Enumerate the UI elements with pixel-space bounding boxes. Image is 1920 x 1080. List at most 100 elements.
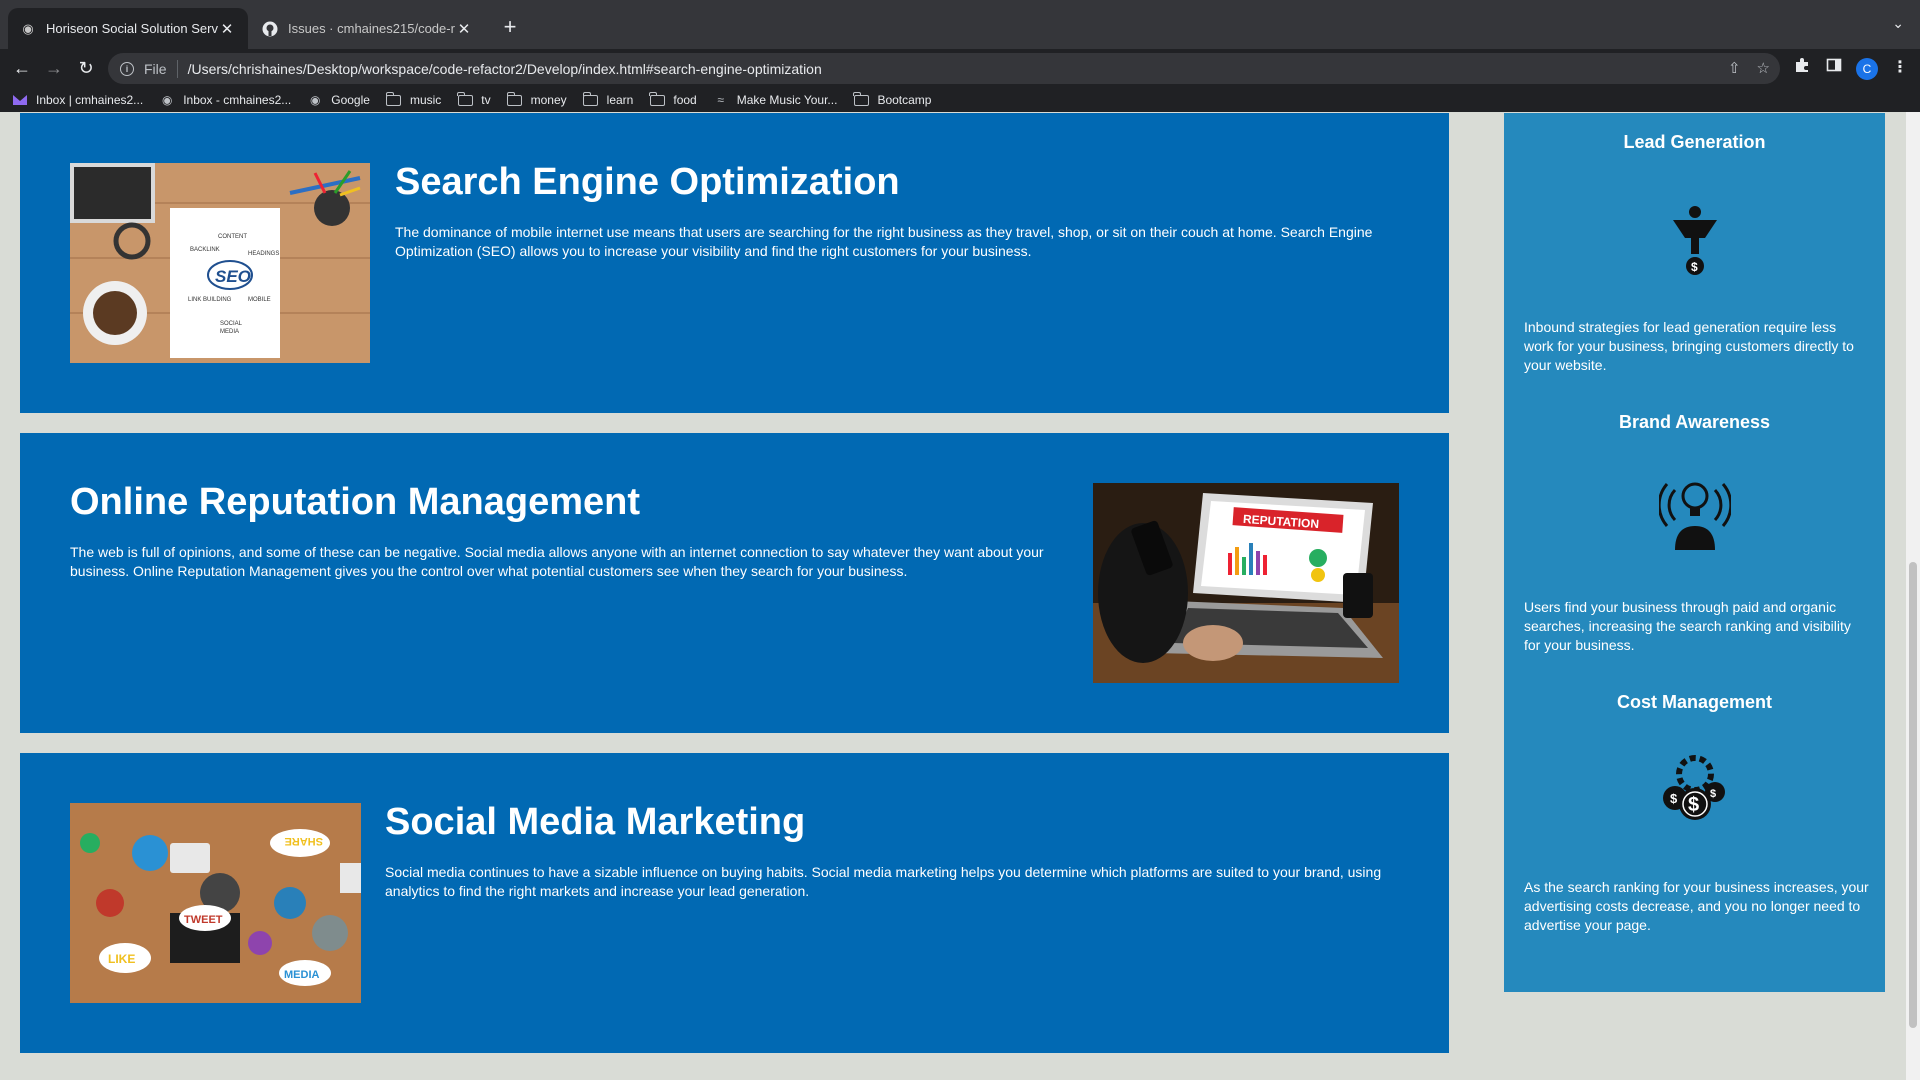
orm-image: REPUTATION: [1093, 483, 1399, 683]
globe-icon: ◉: [22, 20, 34, 36]
tab-title: Horiseon Social Solution Servic: [46, 21, 218, 36]
svg-text:$: $: [1670, 791, 1678, 806]
orm-section: Online Reputation Management The web is …: [20, 433, 1449, 733]
section-title: Online Reputation Management: [70, 481, 641, 523]
bookmark-star-icon[interactable]: ☆: [1757, 59, 1770, 77]
benefit-brand-awareness: Brand Awareness Users find your business…: [1504, 412, 1885, 653]
svg-text:MOBILE: MOBILE: [248, 297, 271, 303]
folder-icon: [649, 91, 665, 106]
bookmarks-bar: Inbox | cmhaines2... ◉ Inbox - cmhaines2…: [0, 88, 1920, 112]
browser-toolbar: ← → ↻ i File /Users/chrishaines/Desktop/…: [0, 49, 1920, 88]
section-title: Search Engine Optimization: [395, 161, 900, 203]
svg-text:SOCIAL: SOCIAL: [220, 321, 243, 327]
kebab-menu-icon[interactable]: ⋮: [1892, 57, 1908, 77]
bookmark-item[interactable]: ◉ Inbox - cmhaines2...: [159, 93, 291, 107]
svg-text:CONTENT: CONTENT: [218, 234, 247, 240]
seo-note-text: SEO: [215, 267, 251, 286]
divider: [176, 59, 178, 78]
tab-title: Issues · cmhaines215/code-ref: [288, 21, 455, 36]
benefit-lead-generation: Lead Generation $ Inbound strategies for…: [1504, 132, 1885, 373]
svg-text:$: $: [1710, 788, 1716, 800]
svg-text:MEDIA: MEDIA: [220, 329, 239, 335]
tab-bar: ◉ Horiseon Social Solution Servic ✕ Issu…: [0, 0, 1920, 49]
section-body: The dominance of mobile internet use mea…: [395, 224, 1373, 259]
social-like-text: LIKE: [108, 952, 135, 966]
folder-icon: [853, 91, 869, 106]
bookmark-folder[interactable]: money: [506, 91, 567, 107]
svg-text:LINK BUILDING: LINK BUILDING: [188, 297, 232, 303]
scrollbar-thumb[interactable]: [1909, 562, 1917, 1028]
bookmark-label: Inbox | cmhaines2...: [36, 93, 144, 107]
omnibox-actions: ⇧ ☆: [1728, 59, 1770, 77]
seo-section: CONTENT BACKLINK HEADINGS LINK BUILDING MO…: [20, 113, 1449, 413]
social-share-text: SHARE: [284, 835, 323, 847]
tab-search-chevron-icon[interactable]: ⌄: [1892, 15, 1904, 32]
benefit-body: Users find your business through paid an…: [1524, 599, 1851, 653]
side-panel-icon[interactable]: [1826, 57, 1842, 78]
bookmark-folder[interactable]: tv: [457, 91, 491, 107]
bookmark-label: Inbox - cmhaines2...: [183, 93, 292, 107]
tab-issues[interactable]: Issues · cmhaines215/code-ref ✕: [250, 8, 485, 49]
benefit-body: As the search ranking for your business …: [1524, 879, 1869, 933]
bookmark-folder[interactable]: food: [649, 91, 697, 107]
profile-avatar[interactable]: C: [1856, 58, 1878, 80]
section-body: The web is full of opinions, and some of…: [70, 544, 1044, 579]
close-tab-icon[interactable]: ✕: [455, 20, 473, 38]
folder-icon: [385, 91, 402, 106]
bookmark-label: learn: [606, 93, 634, 107]
tab-horiseon[interactable]: ◉ Horiseon Social Solution Servic ✕: [8, 8, 248, 49]
social-tweet-text: TWEET: [184, 914, 223, 926]
bookmark-folder[interactable]: Bootcamp: [853, 91, 932, 107]
folder-icon: [506, 91, 523, 106]
share-icon[interactable]: ⇧: [1728, 59, 1741, 77]
benefit-title: Brand Awareness: [1618, 412, 1771, 432]
benefit-title: Lead Generation: [1623, 132, 1766, 152]
globe-icon: ◉: [161, 93, 173, 107]
page-scrollbar[interactable]: [1906, 112, 1920, 1080]
close-tab-icon[interactable]: ✕: [218, 20, 236, 38]
benefit-cost-management: Cost Management $ $ $ As the search rank…: [1504, 692, 1885, 933]
brand-awareness-lightbulb-icon: [1659, 482, 1731, 550]
reload-icon[interactable]: ↻: [74, 57, 98, 81]
smm-image: SHARE LIKE TWEET MEDIA: [70, 803, 361, 1003]
url-scheme: File: [144, 60, 167, 77]
bookmark-folder[interactable]: music: [385, 91, 442, 107]
benefit-body: Inbound strategies for lead generation r…: [1524, 319, 1854, 373]
url-text[interactable]: /Users/chrishaines/Desktop/workspace/cod…: [188, 61, 822, 77]
svg-text:HEADINGS: HEADINGS: [248, 251, 279, 257]
section-title: Social Media Marketing: [385, 801, 806, 843]
lead-generation-funnel-icon: $: [1673, 206, 1717, 275]
gmail-icon: [12, 94, 28, 106]
bookmark-label: tv: [481, 93, 491, 107]
bookmark-label: Google: [331, 93, 370, 107]
seo-image: CONTENT BACKLINK HEADINGS LINK BUILDING MO…: [70, 163, 370, 363]
bookmark-item[interactable]: ≈ Make Music Your...: [713, 93, 837, 107]
svg-text:BACKLINK: BACKLINK: [190, 247, 220, 253]
folder-icon: [457, 91, 473, 106]
svg-text:$: $: [1688, 794, 1699, 816]
info-icon[interactable]: i: [120, 61, 134, 76]
section-body: Social media continues to have a sizable…: [385, 864, 1382, 899]
smm-section: SHARE LIKE TWEET MEDIA Social Media Mark…: [20, 753, 1449, 1053]
bookmark-folder[interactable]: learn: [582, 91, 634, 107]
bookmark-item[interactable]: ◉ Google: [307, 93, 370, 107]
bookmark-label: money: [530, 93, 567, 107]
folder-icon: [582, 91, 599, 106]
forward-arrow-icon[interactable]: →: [42, 57, 66, 81]
bookmark-label: Bootcamp: [877, 93, 932, 107]
bookmark-label: food: [673, 93, 697, 107]
new-tab-button[interactable]: +: [496, 14, 524, 42]
globe-icon: ◉: [310, 93, 321, 107]
page-viewport: CONTENT BACKLINK HEADINGS LINK BUILDING MO…: [0, 112, 1920, 1080]
extensions-puzzle-icon[interactable]: [1794, 57, 1810, 78]
benefits-sidebar: Lead Generation $ Inbound strategies for…: [1504, 113, 1885, 992]
site-icon: ≈: [717, 93, 725, 107]
address-bar[interactable]: i File /Users/chrishaines/Desktop/worksp…: [108, 53, 1780, 84]
github-icon: [262, 21, 278, 37]
benefit-title: Cost Management: [1616, 692, 1773, 712]
cost-management-gear-coins-icon: $ $ $: [1663, 755, 1725, 820]
back-arrow-icon[interactable]: ←: [10, 57, 34, 81]
bookmark-item[interactable]: Inbox | cmhaines2...: [12, 93, 143, 107]
social-media-text: MEDIA: [284, 969, 320, 981]
bookmark-label: music: [409, 93, 442, 107]
